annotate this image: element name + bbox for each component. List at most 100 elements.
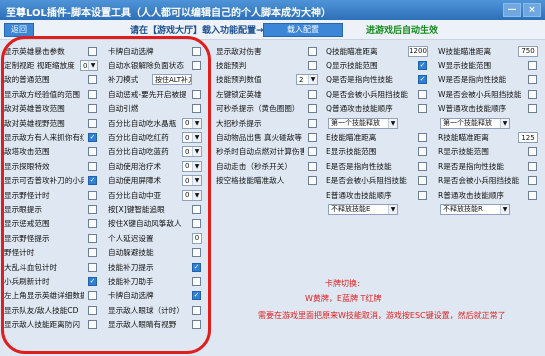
option-select[interactable]: 按住ALT补刀▼ [152, 74, 192, 86]
back-button[interactable]: 返回 [4, 23, 34, 37]
option-checkbox[interactable]: ✓ [88, 133, 97, 143]
skill-order-select[interactable]: 不释放技能E ▼ [328, 203, 398, 215]
close-button[interactable]: × [523, 3, 541, 17]
option-checkbox[interactable] [192, 46, 201, 56]
option-checkbox[interactable] [528, 190, 537, 200]
option-checkbox[interactable] [308, 61, 317, 71]
option-checkbox[interactable] [88, 161, 97, 171]
option-checkbox[interactable] [528, 75, 537, 85]
option-checkbox[interactable] [418, 104, 427, 114]
option-checkbox[interactable] [418, 190, 427, 200]
option-select[interactable]: 0 ▼ [182, 160, 202, 172]
minimize-button[interactable]: — [503, 3, 521, 17]
option-checkbox[interactable] [192, 320, 201, 330]
skill-order-select[interactable]: 第一个技能释放 ▼ [328, 117, 398, 129]
window-title-bar: 至尊LOL插件-脚本设置工具（人人都可以编辑自己的个人脚本成为大神） — × [0, 0, 545, 20]
option-checkbox[interactable] [88, 147, 97, 157]
option-label: 技能预判数值 [216, 75, 262, 85]
option-checkbox[interactable]: ✓ [192, 291, 201, 301]
option-checkbox[interactable] [88, 291, 97, 301]
skill-order-select[interactable]: 不释放技能R ▼ [440, 203, 510, 215]
option-checkbox[interactable] [192, 104, 201, 114]
option-row: 自动躲避技能 [108, 245, 208, 259]
option-checkbox[interactable] [418, 133, 427, 143]
option-checkbox[interactable] [528, 161, 537, 171]
option-checkbox[interactable] [88, 233, 97, 243]
option-checkbox[interactable] [88, 262, 97, 272]
option-checkbox[interactable] [308, 118, 317, 128]
auto-effect-hint: 进游戏后自动生效 [366, 26, 439, 36]
option-select[interactable]: 2 ▼ [296, 74, 318, 86]
number-input[interactable]: 0 [192, 232, 202, 244]
option-checkbox[interactable]: ✓ [192, 262, 201, 272]
option-checkbox[interactable] [308, 161, 317, 171]
option-checkbox[interactable] [88, 305, 97, 315]
option-row: E是否会被小兵阻挡技能 [326, 174, 434, 188]
option-row: 秒杀时自动点燃对计算伤害 [216, 145, 322, 159]
option-label: 自动惩戒-要先开启被提示 [108, 89, 186, 99]
option-checkbox[interactable] [192, 276, 201, 286]
option-checkbox[interactable] [88, 104, 97, 114]
option-checkbox[interactable] [192, 305, 201, 315]
option-checkbox[interactable] [88, 320, 97, 330]
option-select[interactable]: 0 ▼ [182, 117, 202, 129]
option-checkbox[interactable] [192, 61, 201, 71]
option-row: 按[X]键智能追眼 [108, 202, 208, 216]
option-select[interactable]: 0 ▼ [182, 175, 202, 187]
number-input[interactable]: 1200 [408, 45, 428, 57]
option-checkbox[interactable]: ✓ [418, 75, 427, 85]
option-checkbox[interactable] [88, 219, 97, 229]
option-select[interactable]: 0 ▼ [182, 146, 202, 158]
option-checkbox[interactable] [528, 61, 537, 71]
option-select[interactable]: 0 ▼ [182, 189, 202, 201]
option-checkbox[interactable]: ✓ [418, 61, 427, 71]
option-label: 自动引燃 [108, 104, 139, 114]
option-checkbox[interactable] [528, 176, 537, 186]
option-checkbox[interactable] [88, 248, 97, 258]
option-checkbox[interactable] [88, 75, 97, 85]
option-checkbox[interactable] [528, 89, 537, 99]
option-label: 大招秒杀提示 [216, 118, 262, 128]
option-checkbox[interactable] [418, 147, 427, 157]
option-row: R普通攻击技能顺序 [438, 188, 542, 202]
option-label: 按[X]键智能追眼 [108, 204, 165, 214]
option-label: 显示敌方经验值的范围 [4, 89, 80, 99]
option-checkbox[interactable] [88, 89, 97, 99]
option-row: 个人延迟设置 0 [108, 231, 208, 245]
option-checkbox[interactable] [88, 118, 97, 128]
option-row: 百分比自动吃蓝药 0 ▼ [108, 145, 208, 159]
option-checkbox[interactable] [528, 104, 537, 114]
option-checkbox[interactable] [192, 248, 201, 258]
option-checkbox[interactable] [418, 161, 427, 171]
option-checkbox[interactable]: ✓ [88, 176, 97, 186]
option-select[interactable]: 0 ▼ [182, 132, 202, 144]
option-checkbox[interactable] [308, 147, 317, 157]
card-switch-note: 需要在游戏里面把原来W技能取消，游戏按ESC键设置，然后就正常了 [258, 311, 506, 320]
settings-column-1: 显示英雄暴击参数 定制视距 视距缩放度 0 ▼ 敌的普通范围 显示敌方经验值的范围 敌对英雄… [4, 44, 104, 332]
option-checkbox[interactable] [88, 204, 97, 214]
option-checkbox[interactable] [528, 147, 537, 157]
option-checkbox[interactable] [192, 204, 201, 214]
number-input[interactable]: 125 [518, 132, 538, 144]
option-row: 可秒杀提示（黄色圈圈） [216, 102, 322, 116]
option-row: 自动水银解除负面状态 [108, 58, 208, 72]
option-checkbox[interactable] [418, 89, 427, 99]
option-label: 敌塔攻击范围 [4, 147, 50, 157]
option-checkbox[interactable] [192, 219, 201, 229]
option-checkbox[interactable]: ✓ [88, 276, 97, 286]
option-checkbox[interactable] [308, 104, 317, 114]
load-config-button[interactable]: 载入配置 [263, 23, 343, 37]
option-select[interactable]: 0 ▼ [80, 60, 98, 72]
option-checkbox[interactable] [418, 176, 427, 186]
chevron-down-icon: ▼ [192, 133, 201, 143]
option-checkbox[interactable] [88, 46, 97, 56]
option-checkbox[interactable] [308, 133, 317, 143]
skill-order-select[interactable]: 第一个技能释放 ▼ [440, 117, 510, 129]
option-checkbox[interactable] [192, 89, 201, 99]
option-label: 显示野怪计时 [4, 190, 50, 200]
option-checkbox[interactable] [88, 190, 97, 200]
option-checkbox[interactable] [308, 46, 317, 56]
option-checkbox[interactable] [308, 176, 317, 186]
option-checkbox[interactable] [308, 89, 317, 99]
number-input[interactable]: 750 [518, 45, 538, 57]
